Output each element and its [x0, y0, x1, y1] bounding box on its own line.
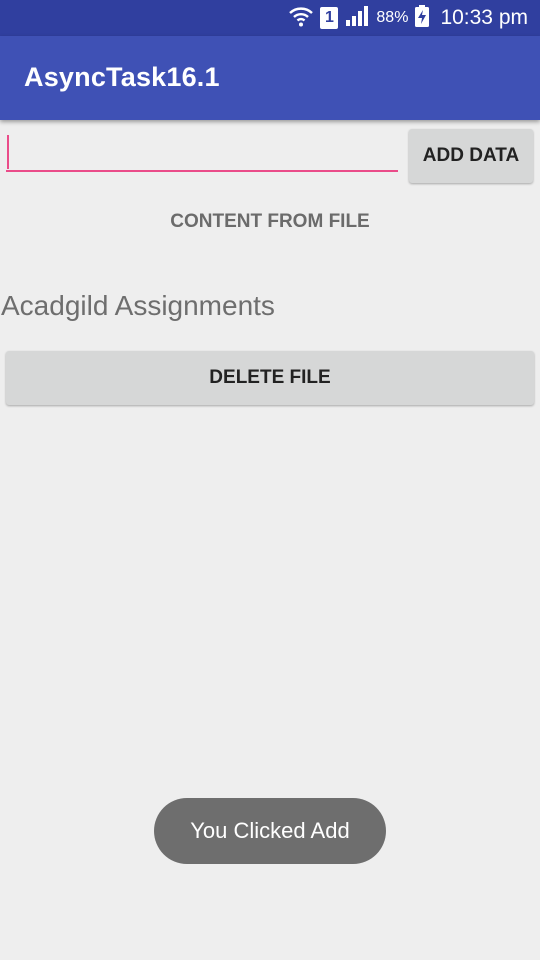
app-bar: AsyncTask16.1: [0, 36, 540, 120]
battery-charging-icon: [414, 4, 430, 33]
status-icons: 1 88% 10:33 pm: [282, 0, 528, 36]
text-cursor: [7, 135, 9, 169]
add-data-button[interactable]: ADD DATA: [409, 129, 533, 183]
sim-icon: 1: [320, 7, 339, 29]
app-title: AsyncTask16.1: [24, 62, 220, 92]
clock: 10:33 pm: [440, 6, 528, 29]
content-label: CONTENT FROM FILE: [170, 211, 370, 232]
toast-message: You Clicked Add: [154, 798, 386, 864]
battery-percent: 88%: [376, 9, 409, 26]
status-bar: 1 88% 10:33 pm: [0, 0, 540, 36]
signal-icon: [344, 4, 370, 33]
wifi-icon: [288, 4, 314, 33]
data-input[interactable]: [6, 132, 398, 172]
file-content-text: Acadgild Assignments: [1, 290, 275, 321]
delete-file-button[interactable]: DELETE FILE: [6, 351, 534, 405]
